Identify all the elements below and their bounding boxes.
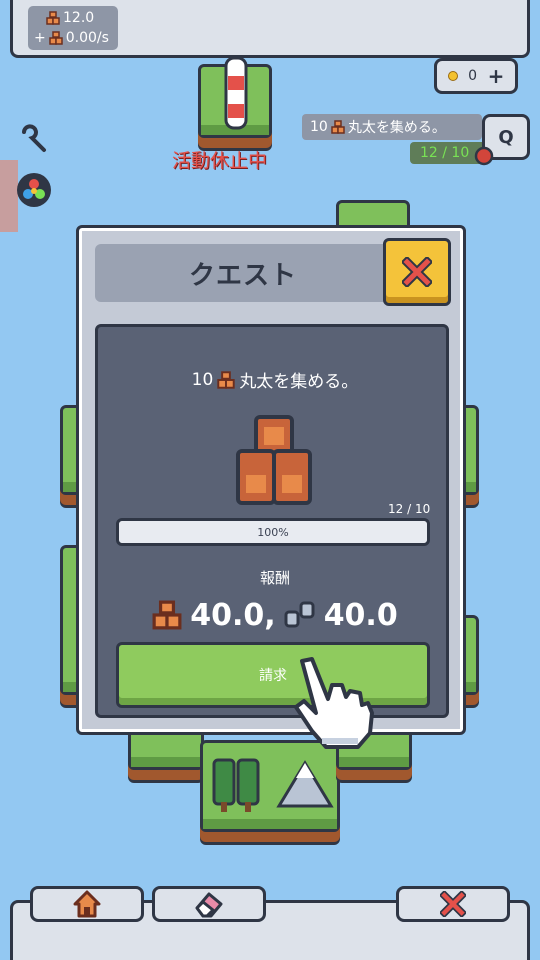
house-icon bbox=[73, 890, 101, 918]
progress-label: 100% bbox=[257, 525, 289, 539]
claim-button[interactable]: 請求 bbox=[116, 642, 430, 708]
close-button[interactable] bbox=[383, 238, 451, 306]
mountain-icon bbox=[276, 760, 334, 808]
goal-count: 10 bbox=[191, 369, 214, 390]
close-icon bbox=[440, 891, 466, 917]
rate-prefix: + bbox=[34, 30, 46, 46]
quest-goal: 10 丸太を集める。 bbox=[98, 367, 452, 393]
coin-amount: 0 bbox=[468, 68, 478, 84]
build-house-button[interactable] bbox=[30, 886, 144, 922]
reward-stone: 40.0 bbox=[323, 597, 398, 633]
resource-panel: 12.0 + 0.00/s bbox=[28, 6, 118, 50]
add-coins-button[interactable]: + bbox=[488, 64, 505, 88]
tracker-goal-count: 10 bbox=[310, 119, 328, 135]
logs-icon bbox=[236, 415, 312, 505]
stone-icon bbox=[284, 601, 315, 628]
modal-title: クエスト bbox=[95, 244, 391, 302]
logs-icon bbox=[152, 600, 182, 630]
cancel-button[interactable] bbox=[396, 886, 510, 922]
lighthouse-icon bbox=[224, 56, 248, 130]
logs-icon bbox=[474, 146, 494, 166]
quest-panel: 10 丸太を集める。 12 / 10 100% 報酬 40.0, 40.0 請求 bbox=[95, 324, 449, 718]
reward-label: 報酬 bbox=[259, 569, 290, 587]
reward-logs: 40.0, bbox=[190, 597, 276, 633]
quest-progress-bar: 100% bbox=[116, 518, 430, 546]
logs-rate: 0.00/s bbox=[65, 30, 109, 46]
trees-icon bbox=[212, 758, 260, 812]
quest-tracker[interactable]: 10 丸太を集める。 bbox=[302, 114, 482, 140]
logs-icon bbox=[48, 31, 63, 45]
coin-counter[interactable]: 0 + bbox=[434, 58, 518, 94]
palette-icon[interactable] bbox=[14, 170, 54, 210]
building-status: 活動休止中 bbox=[172, 150, 268, 172]
reward-row: 40.0, 40.0 bbox=[98, 595, 452, 635]
logs-amount: 12.0 bbox=[63, 10, 95, 26]
wrench-icon[interactable] bbox=[18, 124, 48, 154]
pointer-hand-icon bbox=[294, 657, 374, 749]
tracker-goal-text: 丸太を集める。 bbox=[347, 120, 446, 136]
eraser-button[interactable] bbox=[152, 886, 266, 922]
quest-modal: クエスト 10 丸太を集める。 12 / 10 100% 報酬 40.0, 40… bbox=[76, 225, 466, 735]
logs-icon bbox=[331, 120, 345, 134]
logs-icon bbox=[217, 370, 235, 389]
close-icon bbox=[402, 257, 432, 287]
eraser-icon bbox=[195, 892, 223, 918]
coin-icon bbox=[447, 71, 458, 81]
logs-icon bbox=[46, 11, 60, 25]
quest-count: 12 / 10 bbox=[388, 502, 431, 516]
goal-text: 丸太を集める。 bbox=[239, 372, 359, 392]
